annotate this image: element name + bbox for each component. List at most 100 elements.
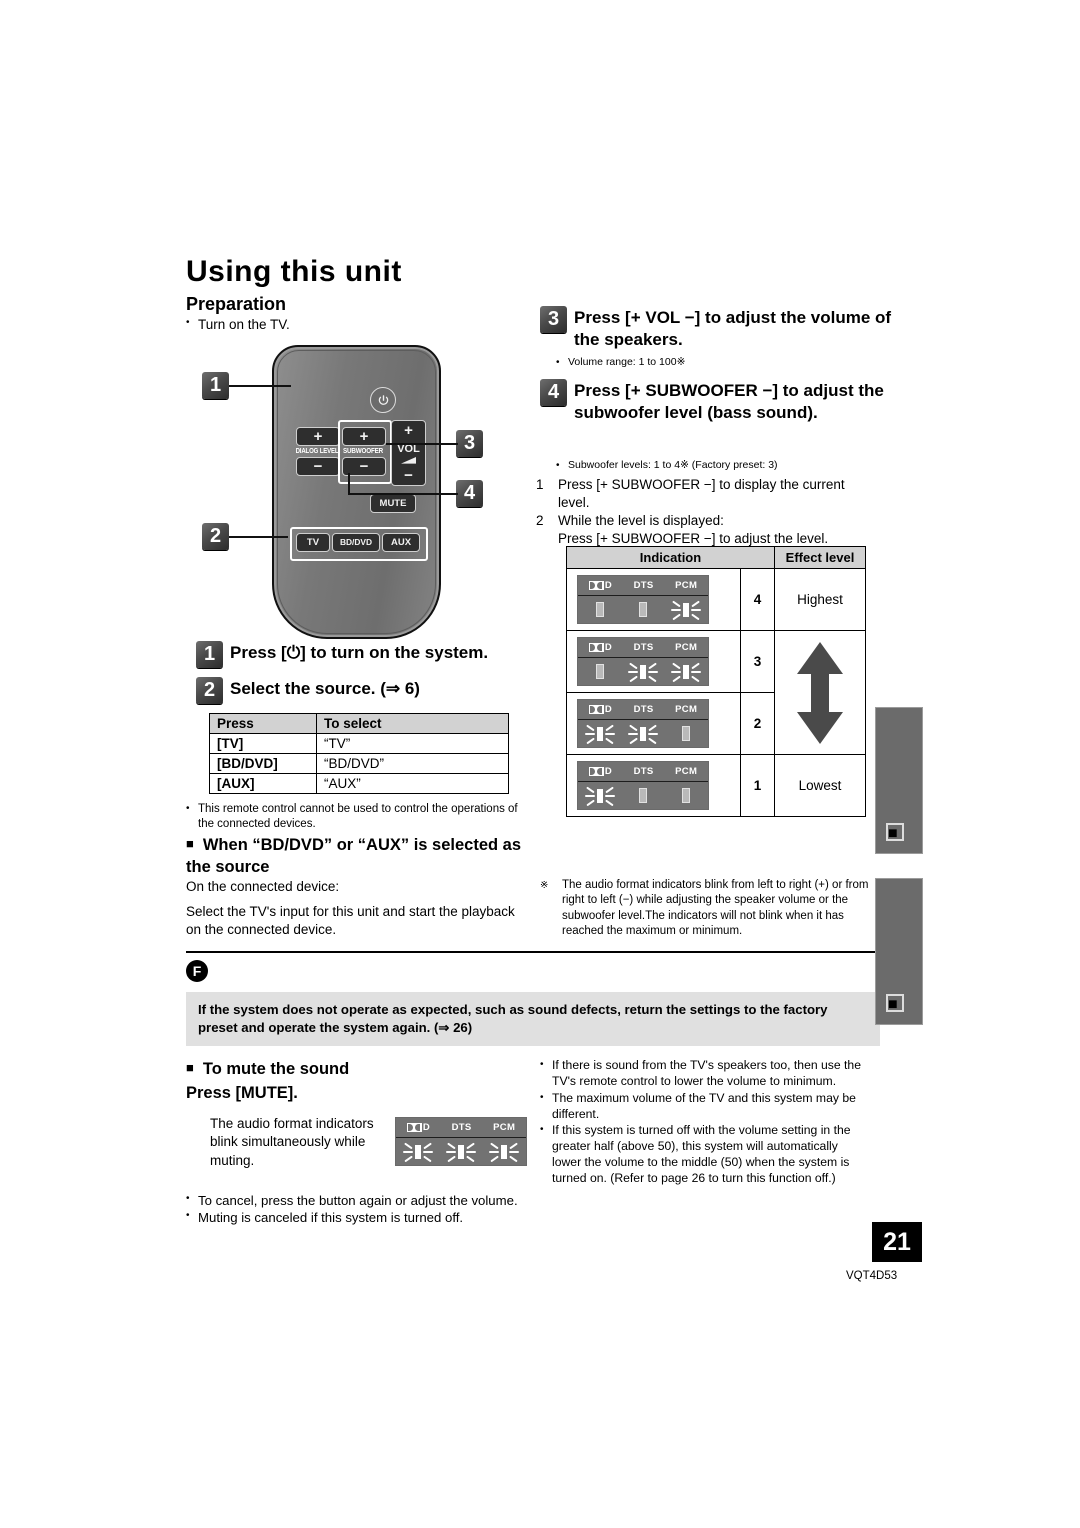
indicator-2-blinking bbox=[625, 723, 661, 745]
vol-label: VOL bbox=[397, 442, 420, 455]
cell-press-aux: [AUX] bbox=[209, 773, 317, 794]
square-bullet-icon: ■ bbox=[186, 836, 194, 851]
level-value-1: 1 bbox=[740, 754, 775, 817]
side-tab-square-icon bbox=[886, 823, 904, 841]
cell-press-bddvd: [BD/DVD] bbox=[209, 753, 317, 774]
side-tab-upper bbox=[875, 707, 923, 854]
indicator-3-blinking bbox=[486, 1141, 522, 1163]
display-panel-4: D DTS PCM bbox=[577, 575, 709, 624]
dolby-digital-icon: D bbox=[588, 642, 612, 653]
level-value-3: 3 bbox=[740, 630, 775, 693]
cell-select-bddvd: “BD/DVD” bbox=[316, 753, 509, 774]
display-panel-3: D DTS PCM bbox=[577, 637, 709, 686]
callout-4-leader bbox=[348, 493, 458, 495]
indicator-2 bbox=[625, 788, 661, 803]
col-effect-level: Effect level bbox=[774, 546, 866, 569]
dialog-level-plus-button[interactable]: + bbox=[296, 427, 340, 446]
indicator-3 bbox=[668, 788, 704, 803]
on-connected-device-label: On the connected device: bbox=[186, 879, 340, 894]
display-cell-2: D DTS PCM bbox=[566, 692, 741, 755]
display-top-row: D DTS PCM bbox=[578, 576, 708, 596]
list-item: To cancel, press the button again or adj… bbox=[186, 1192, 536, 1209]
vol-button[interactable]: + VOL − bbox=[391, 420, 426, 486]
section-f-marker: F bbox=[186, 960, 208, 982]
dialog-level-minus-button[interactable]: − bbox=[296, 457, 340, 476]
subwoofer-levels-bullet: Subwoofer levels: 1 to 4※ (Factory prese… bbox=[556, 459, 778, 473]
indicator-footnote: ※ The audio format indicators blink from… bbox=[540, 878, 870, 939]
display-top-row: D DTS PCM bbox=[578, 638, 708, 658]
mute-button[interactable]: MUTE bbox=[370, 494, 416, 513]
pcm-label: PCM bbox=[675, 580, 698, 591]
step-3-number: 3 bbox=[540, 306, 567, 333]
vol-plus-label: + bbox=[404, 422, 413, 439]
effect-value-1: Lowest bbox=[774, 754, 866, 817]
remote-note-text: This remote control cannot be used to co… bbox=[198, 803, 518, 830]
dts-label: DTS bbox=[451, 1122, 472, 1133]
preparation-bullet-text: Turn on the TV. bbox=[198, 317, 290, 332]
display-top-row: D DTS PCM bbox=[578, 700, 708, 720]
dts-label: DTS bbox=[633, 766, 654, 777]
remote-body-inner bbox=[277, 350, 436, 634]
select-input-text: Select the TV's input for this unit and … bbox=[186, 904, 515, 937]
cell-select-aux: “AUX” bbox=[316, 773, 509, 794]
mute-heading: ■ To mute the sound Press [MUTE]. bbox=[186, 1058, 526, 1105]
dolby-digital-icon: D bbox=[588, 580, 612, 591]
indication-row-4: D DTS PCM 4 Highest bbox=[566, 568, 866, 631]
page-number: 21 bbox=[872, 1222, 922, 1262]
mute-bullet-2: Muting is canceled if this system is tur… bbox=[198, 1210, 464, 1226]
indication-row-3: D DTS PCM 3 bbox=[566, 630, 866, 755]
volume-note-2: The maximum volume of the TV and this sy… bbox=[552, 1090, 856, 1121]
level-value-4: 4 bbox=[740, 568, 775, 631]
dialog-level-label: DIALOG LEVEL bbox=[295, 446, 339, 455]
mute-description: The audio format indicators blink simult… bbox=[210, 1116, 374, 1168]
subwoofer-levels-text: Subwoofer levels: 1 to 4※ (Factory prese… bbox=[568, 459, 778, 471]
cell-press-tv: [TV] bbox=[209, 733, 317, 754]
manual-page: Using this unit Preparation Turn on the … bbox=[0, 0, 1080, 1528]
list-item: If this system is turned off with the vo… bbox=[540, 1123, 870, 1186]
step-1-number: 1 bbox=[196, 641, 223, 668]
side-tab-square-icon bbox=[886, 994, 904, 1012]
pcm-label: PCM bbox=[675, 704, 698, 715]
pcm-label: PCM bbox=[493, 1122, 516, 1133]
level-value-2: 2 bbox=[740, 692, 775, 755]
step-2-text: Select the source. (⇒ 6) bbox=[230, 679, 420, 698]
side-tab-lower bbox=[875, 878, 923, 1025]
dts-label: DTS bbox=[633, 704, 654, 715]
list-item: If there is sound from the TV's speakers… bbox=[540, 1058, 870, 1090]
indicator-2-blinking bbox=[625, 661, 661, 683]
display-bottom-row bbox=[578, 782, 708, 809]
display-top-row: D DTS PCM bbox=[396, 1118, 526, 1138]
indicator-3-blinking bbox=[668, 599, 704, 621]
table-row: [BD/DVD] “BD/DVD” bbox=[209, 753, 509, 774]
col-to-select: To select bbox=[316, 713, 509, 734]
vol-minus-label: − bbox=[404, 466, 413, 484]
substep-2-number: 2 bbox=[536, 513, 544, 528]
warning-text: If the system does not operate as expect… bbox=[198, 1002, 828, 1036]
display-cell-4: D DTS PCM bbox=[566, 568, 741, 631]
callout-2: 2 bbox=[202, 523, 229, 550]
display-bottom-row bbox=[396, 1138, 526, 1165]
indicator-2-blinking bbox=[443, 1141, 479, 1163]
volume-range-bullet: Volume range: 1 to 100※ bbox=[556, 356, 685, 370]
mute-display-panel: D DTS PCM bbox=[395, 1117, 527, 1166]
callout-4: 4 bbox=[456, 480, 483, 507]
table-header-row: Press To select bbox=[209, 713, 509, 734]
document-code: VQT4D53 bbox=[846, 1270, 898, 1282]
display-top-row: D DTS PCM bbox=[578, 762, 708, 782]
double-arrow-vertical-icon bbox=[797, 641, 843, 744]
warning-box: If the system does not operate as expect… bbox=[186, 992, 880, 1047]
effect-arrow-cell bbox=[774, 630, 866, 755]
substep-1-text: Press [+ SUBWOOFER −] to display the cur… bbox=[558, 477, 845, 510]
footnote-text: The audio format indicators blink from l… bbox=[562, 879, 869, 937]
step-3-text: Press [+ VOL −] to adjust the volume of … bbox=[574, 308, 892, 349]
callout-1-leader bbox=[229, 385, 291, 387]
indicator-1-blinking bbox=[582, 785, 618, 807]
substep-2-text-b: Press [+ SUBWOOFER −] to adjust the leve… bbox=[558, 530, 829, 546]
callout-2-leader bbox=[229, 536, 288, 538]
display-cell-1: D DTS PCM bbox=[566, 754, 741, 817]
page-title: Using this unit bbox=[186, 255, 402, 288]
bddvd-heading-text: When “BD/DVD” or “AUX” is selected as th… bbox=[186, 836, 522, 876]
power-icon bbox=[370, 387, 396, 413]
volume-wedge-icon bbox=[400, 457, 416, 464]
step-2-number: 2 bbox=[196, 677, 223, 704]
